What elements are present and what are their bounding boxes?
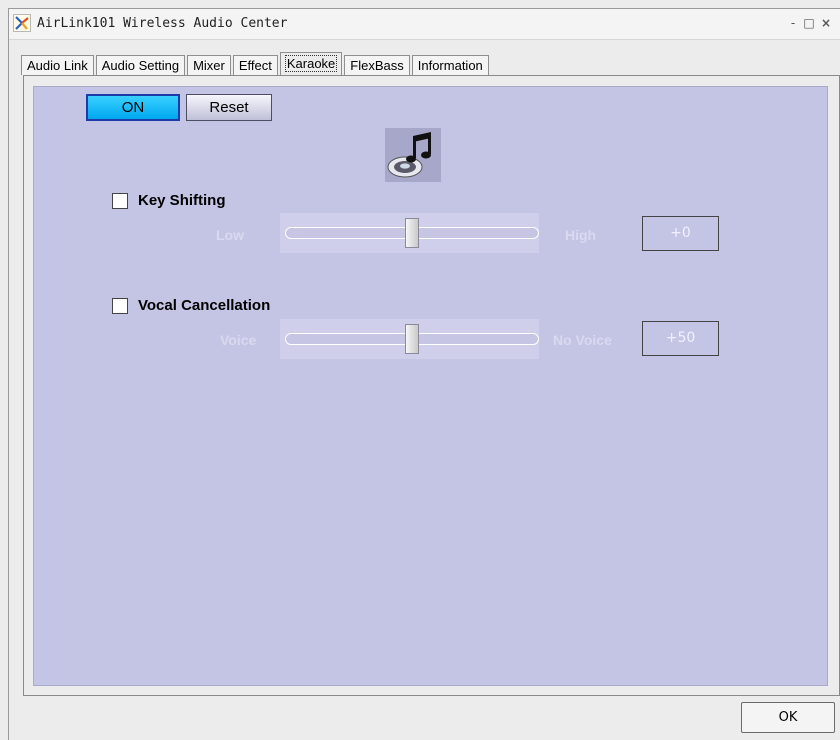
maximize-button[interactable]: □ [802, 15, 816, 31]
key-shifting-label: Key Shifting [138, 192, 226, 209]
vocal-cancellation-checkbox[interactable] [112, 298, 128, 314]
tab-audio-setting[interactable]: Audio Setting [95, 55, 186, 75]
vocal-cancellation-label: Vocal Cancellation [138, 297, 271, 314]
close-button[interactable]: × [819, 15, 833, 31]
vocal-cancellation-min-label: Voice [220, 332, 257, 348]
minimize-button[interactable]: - [786, 15, 800, 31]
key-shifting-checkbox[interactable] [112, 193, 128, 209]
tab-label: Mixer [193, 58, 225, 73]
key-shifting-slider[interactable] [280, 213, 539, 253]
tab-karaoke[interactable]: Karaoke [279, 52, 343, 75]
key-shifting-min-label: Low [216, 227, 244, 243]
tab-effect[interactable]: Effect [232, 55, 278, 75]
music-cd-icon [385, 128, 441, 182]
on-button[interactable]: ON [86, 94, 180, 121]
tab-label: Audio Setting [101, 58, 180, 73]
tab-flexbass[interactable]: FlexBass [344, 55, 410, 75]
key-shifting-value: +0 [642, 216, 719, 251]
window-title: AirLink101 Wireless Audio Center [37, 16, 288, 31]
ok-button[interactable]: OK [741, 702, 835, 733]
tab-mixer[interactable]: Mixer [187, 55, 231, 75]
tab-information[interactable]: Information [411, 55, 489, 75]
key-shifting-slider-thumb[interactable] [405, 218, 419, 248]
tab-label: Audio Link [27, 58, 88, 73]
app-icon [13, 14, 31, 32]
vocal-cancellation-slider[interactable] [280, 319, 539, 359]
tab-label: Information [417, 58, 483, 73]
tab-label: Karaoke [284, 55, 338, 72]
vocal-cancellation-slider-thumb[interactable] [405, 324, 419, 354]
vocal-cancellation-value: +50 [642, 321, 719, 356]
tab-label: FlexBass [350, 58, 404, 73]
tab-audio-link[interactable]: Audio Link [21, 55, 94, 75]
vocal-cancellation-max-label: No Voice [553, 332, 612, 348]
tab-bar: Audio Link Audio Setting Mixer Effect Ka… [21, 52, 491, 75]
reset-button[interactable]: Reset [186, 94, 272, 121]
key-shifting-max-label: High [565, 227, 597, 243]
tab-label: Effect [238, 58, 272, 73]
title-bar[interactable]: AirLink101 Wireless Audio Center - □ × [9, 9, 840, 40]
